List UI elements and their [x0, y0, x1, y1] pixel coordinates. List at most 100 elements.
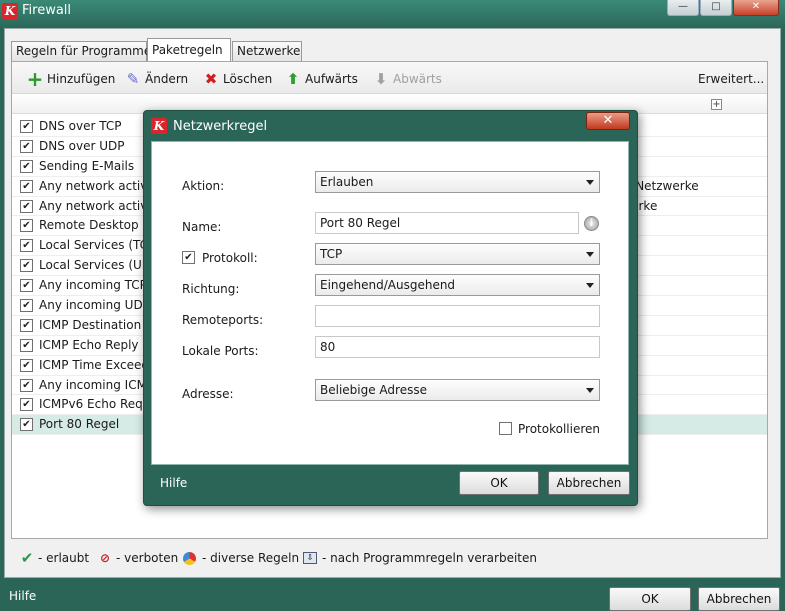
- rule-enabled-checkbox[interactable]: ✔: [20, 239, 33, 253]
- protocol-label: Protokoll:: [202, 251, 258, 265]
- kaspersky-logo-icon: K: [2, 3, 18, 19]
- rule-enabled-checkbox[interactable]: ✔: [20, 199, 33, 213]
- move-down-button[interactable]: ⬇ Abwärts: [372, 70, 448, 88]
- rule-enabled-checkbox[interactable]: ✔: [20, 120, 33, 133]
- rule-enabled-checkbox[interactable]: ✔: [20, 338, 33, 352]
- blocked-icon: ⊘: [99, 551, 111, 565]
- ok-button[interactable]: OK: [609, 587, 691, 611]
- rule-enabled-checkbox[interactable]: ✔: [20, 259, 33, 273]
- window-title: Firewall: [22, 3, 72, 18]
- add-button[interactable]: + Hinzufügen: [26, 67, 116, 91]
- dialog-ok-button[interactable]: OK: [459, 471, 539, 495]
- name-input[interactable]: Port 80 Regel: [315, 212, 579, 234]
- tab-networks[interactable]: Netzwerke: [232, 41, 302, 61]
- delete-x-icon: ✖: [204, 70, 218, 88]
- rule-name: DNS over UDP: [39, 138, 125, 153]
- name-value: Port 80 Regel: [320, 216, 401, 230]
- rule-name: ICMP Time Exceede: [39, 357, 144, 372]
- checkmark-icon: ✔: [20, 549, 34, 567]
- protocol-checkbox[interactable]: ✔: [182, 251, 195, 264]
- dialog-help-link[interactable]: Hilfe: [160, 476, 187, 490]
- toolbar: + Hinzufügen ✎ Ändern ✖ Löschen ⬆ Aufwär…: [12, 62, 767, 94]
- help-link[interactable]: Hilfe: [9, 589, 36, 603]
- maximize-button[interactable]: □: [700, 0, 732, 16]
- add-label: Hinzufügen: [47, 72, 116, 86]
- move-up-button[interactable]: ⬆ Aufwärts: [284, 70, 368, 88]
- local-ports-input[interactable]: 80: [315, 336, 600, 358]
- name-label: Name:: [182, 220, 222, 234]
- edit-button[interactable]: ✎ Ändern: [124, 70, 194, 88]
- rule-enabled-checkbox[interactable]: ✔: [20, 398, 33, 412]
- chevron-down-icon: [586, 252, 594, 257]
- arrow-down-icon: ⬇: [374, 70, 388, 88]
- close-icon: ✕: [602, 113, 614, 128]
- dialog-title: Netzwerkregel: [173, 119, 268, 134]
- rule-name: Remote Desktop: [39, 218, 139, 233]
- action-select[interactable]: Erlauben: [315, 171, 600, 193]
- arrow-up-icon: ⬆: [286, 70, 300, 88]
- remote-ports-input[interactable]: [315, 305, 600, 327]
- pencil-icon: ✎: [126, 70, 140, 88]
- rule-name: Port 80 Regel: [39, 417, 120, 432]
- direction-select[interactable]: Eingehend/Ausgehend: [315, 274, 600, 296]
- legend-blocked-text: - verboten: [116, 551, 179, 565]
- edit-label: Ändern: [145, 72, 189, 86]
- dialog-cancel-button[interactable]: Abbrechen: [548, 471, 630, 495]
- minimize-icon: —: [678, 1, 688, 12]
- rule-enabled-checkbox[interactable]: ✔: [20, 418, 33, 432]
- rule-enabled-checkbox[interactable]: ✔: [20, 219, 33, 233]
- chevron-down-icon: [586, 283, 594, 288]
- expand-plus-icon[interactable]: +: [711, 99, 722, 110]
- rule-name: Any network activi: [39, 178, 144, 193]
- tab-packet-rules[interactable]: Paketregeln: [147, 38, 231, 62]
- rule-enabled-checkbox[interactable]: ✔: [20, 318, 33, 332]
- rule-name: ICMP Echo Reply (i: [39, 337, 144, 352]
- cancel-button[interactable]: Abbrechen: [698, 587, 780, 611]
- rule-enabled-checkbox[interactable]: ✔: [20, 358, 33, 372]
- info-icon[interactable]: i: [584, 216, 599, 231]
- rule-enabled-checkbox[interactable]: ✔: [20, 179, 33, 193]
- rule-enabled-checkbox[interactable]: ✔: [20, 279, 33, 293]
- address-select[interactable]: Beliebige Adresse: [315, 379, 600, 401]
- address-label: Adresse:: [182, 387, 234, 401]
- rule-enabled-checkbox[interactable]: ✔: [20, 299, 33, 313]
- minimize-button[interactable]: —: [667, 0, 699, 16]
- local-ports-value: 80: [320, 340, 336, 354]
- remote-ports-label: Remoteports:: [182, 313, 264, 327]
- network-rule-dialog: K Netzwerkregel ✕ Aktion: Erlauben Name:…: [143, 110, 638, 506]
- protocol-value: TCP: [320, 247, 343, 261]
- log-label: Protokollieren: [518, 422, 600, 436]
- rule-enabled-checkbox[interactable]: ✔: [20, 139, 33, 153]
- rule-enabled-checkbox[interactable]: ✔: [20, 378, 33, 392]
- log-checkbox[interactable]: [499, 422, 512, 435]
- rule-name: ICMP Destination U: [39, 317, 144, 332]
- legend-app-rules-text: - nach Programmregeln verarbeiten: [322, 551, 537, 565]
- rule-name: Any incoming TCP: [39, 278, 144, 293]
- mixed-rules-icon: [183, 552, 196, 565]
- direction-label: Richtung:: [182, 282, 240, 296]
- plus-icon: +: [26, 67, 44, 91]
- maximize-icon: □: [711, 1, 721, 12]
- title-bar: K Firewall — □ ✕: [0, 0, 785, 22]
- kaspersky-logo-icon: K: [151, 118, 167, 134]
- address-value: Beliebige Adresse: [320, 383, 427, 397]
- rule-enabled-checkbox[interactable]: ✔: [20, 159, 33, 173]
- legend-allowed-text: - erlaubt: [38, 551, 90, 565]
- close-icon: ✕: [751, 1, 761, 12]
- protocol-select[interactable]: TCP: [315, 243, 600, 265]
- rule-name: Local Services (TCP: [39, 238, 144, 253]
- close-button[interactable]: ✕: [733, 0, 779, 16]
- advanced-button[interactable]: Erweitert...: [698, 70, 764, 88]
- delete-label: Löschen: [223, 72, 273, 86]
- dialog-close-button[interactable]: ✕: [586, 112, 630, 130]
- dialog-title-bar: K Netzwerkregel ✕: [144, 111, 637, 139]
- local-ports-label: Lokale Ports:: [182, 344, 259, 358]
- legend-mixed-text: - diverse Regeln: [202, 551, 300, 565]
- rule-name: Local Services (UDF: [39, 258, 144, 273]
- rule-name: ICMPv6 Echo Requ: [39, 397, 144, 412]
- action-label: Aktion:: [182, 179, 225, 193]
- rule-name: Any incoming ICM: [39, 377, 144, 392]
- move-up-label: Aufwärts: [305, 72, 358, 86]
- tab-program-rules[interactable]: Regeln für Programme: [11, 41, 151, 61]
- delete-button[interactable]: ✖ Löschen: [202, 70, 274, 88]
